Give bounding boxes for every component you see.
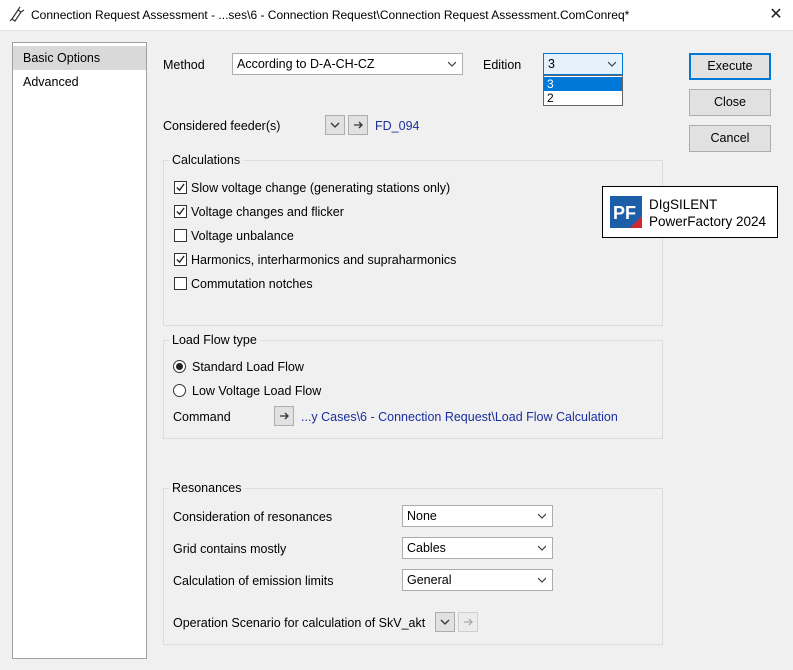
checkbox-commutation-notches[interactable] <box>174 277 187 290</box>
checkbox-label: Voltage changes and flicker <box>191 205 344 219</box>
check-icon <box>176 183 185 192</box>
arrow-right-icon <box>280 412 289 420</box>
radio-label: Standard Load Flow <box>192 360 304 374</box>
edition-dropdown-list: 3 2 <box>543 75 623 106</box>
command-label: Command <box>173 410 231 424</box>
execute-button[interactable]: Execute <box>689 53 771 80</box>
checkbox-slow-voltage[interactable] <box>174 181 187 194</box>
chevron-down-icon <box>448 61 456 67</box>
command-link[interactable]: ...y Cases\6 - Connection Request\Load F… <box>301 410 618 424</box>
checkbox-harmonics[interactable] <box>174 253 187 266</box>
feeder-link[interactable]: FD_094 <box>375 119 419 133</box>
consideration-select[interactable]: None <box>402 505 553 527</box>
nav-item-basic-options[interactable]: Basic Options <box>13 46 146 70</box>
emission-value: General <box>407 573 452 587</box>
method-select[interactable]: According to D-A-CH-CZ <box>232 53 463 75</box>
grid-value: Cables <box>407 541 446 555</box>
window-title: Connection Request Assessment - ...ses\6… <box>31 8 630 22</box>
checkbox-voltage-flicker[interactable] <box>174 205 187 218</box>
chevron-down-icon <box>538 577 546 583</box>
edition-label: Edition <box>483 58 522 72</box>
logo-mark-text: PF <box>613 203 636 223</box>
checkbox-label: Slow voltage change (generating stations… <box>191 181 451 195</box>
logo-brand: DIgSILENT <box>649 197 718 212</box>
edition-select[interactable]: 3 <box>543 53 623 75</box>
consideration-value: None <box>407 509 437 523</box>
chevron-down-icon <box>608 61 616 67</box>
arrow-right-icon <box>464 618 473 626</box>
check-icon <box>176 207 185 216</box>
cancel-button[interactable]: Cancel <box>689 125 771 152</box>
arrow-right-icon <box>354 121 363 129</box>
radio-label: Low Voltage Load Flow <box>192 384 322 398</box>
edition-option[interactable]: 2 <box>544 91 622 105</box>
scenario-jump-button[interactable] <box>458 612 478 632</box>
grid-select[interactable]: Cables <box>402 537 553 559</box>
edition-option[interactable]: 3 <box>544 77 622 91</box>
powerfactory-logo: PF DIgSILENT PowerFactory 2024 <box>602 186 778 238</box>
chevron-down-icon <box>330 122 340 128</box>
chevron-down-icon <box>538 545 546 551</box>
pencil-plug-icon <box>9 6 25 22</box>
checkbox-label: Voltage unbalance <box>191 229 294 243</box>
radio-low-voltage-load-flow[interactable] <box>173 384 186 397</box>
emission-label: Calculation of emission limits <box>173 574 334 588</box>
chevron-down-icon <box>538 513 546 519</box>
check-icon <box>176 255 185 264</box>
checkbox-label: Commutation notches <box>191 277 313 291</box>
radio-standard-load-flow[interactable] <box>173 360 186 373</box>
loadflow-title: Load Flow type <box>169 333 260 347</box>
scenario-select-button[interactable] <box>435 612 455 632</box>
pf-logo-icon: PF <box>610 196 642 228</box>
resonances-title: Resonances <box>169 481 245 495</box>
checkbox-label: Harmonics, interharmonics and supraharmo… <box>191 253 457 267</box>
close-button[interactable]: Close <box>689 89 771 116</box>
title-bar: Connection Request Assessment - ...ses\6… <box>0 0 793 31</box>
scenario-label: Operation Scenario for calculation of Sk… <box>173 616 426 630</box>
command-jump-button[interactable] <box>274 406 294 426</box>
chevron-down-icon <box>440 619 450 625</box>
options-nav: Basic Options Advanced <box>12 42 147 659</box>
checkbox-voltage-unbalance[interactable] <box>174 229 187 242</box>
logo-product: PowerFactory 2024 <box>649 214 767 229</box>
grid-label: Grid contains mostly <box>173 542 287 556</box>
edition-value: 3 <box>548 57 555 71</box>
method-label: Method <box>163 58 205 72</box>
consideration-label: Consideration of resonances <box>173 510 333 524</box>
feeder-jump-button[interactable] <box>348 115 368 135</box>
nav-item-advanced[interactable]: Advanced <box>13 70 146 94</box>
emission-select[interactable]: General <box>402 569 553 591</box>
method-value: According to D-A-CH-CZ <box>237 57 375 71</box>
feeder-select-button[interactable] <box>325 115 345 135</box>
close-x-icon[interactable]: ✕ <box>764 4 788 26</box>
feeder-label: Considered feeder(s) <box>163 119 281 133</box>
calculations-title: Calculations <box>169 153 244 167</box>
